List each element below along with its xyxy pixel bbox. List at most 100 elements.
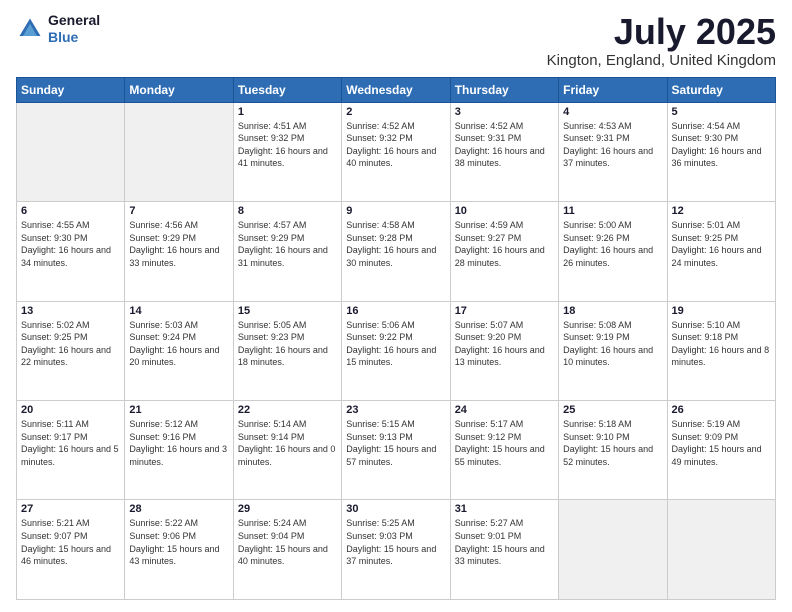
calendar-week-row: 6 Sunrise: 4:55 AMSunset: 9:30 PMDaylight…: [17, 202, 776, 301]
table-row: 4 Sunrise: 4:53 AMSunset: 9:31 PMDaylight…: [559, 102, 667, 201]
table-row: [667, 500, 775, 600]
location: Kington, England, United Kingdom: [547, 52, 776, 69]
day-number: 13: [21, 305, 120, 317]
col-monday: Monday: [125, 77, 233, 102]
day-number: 17: [455, 305, 554, 317]
day-number: 4: [563, 106, 662, 118]
day-info: Sunrise: 5:19 AMSunset: 9:09 PMDaylight:…: [672, 418, 771, 468]
day-info: Sunrise: 5:10 AMSunset: 9:18 PMDaylight:…: [672, 319, 771, 369]
day-info: Sunrise: 5:27 AMSunset: 9:01 PMDaylight:…: [455, 517, 554, 567]
day-number: 3: [455, 106, 554, 118]
calendar-header-row: Sunday Monday Tuesday Wednesday Thursday…: [17, 77, 776, 102]
day-number: 6: [21, 205, 120, 217]
day-number: 20: [21, 404, 120, 416]
calendar-table: Sunday Monday Tuesday Wednesday Thursday…: [16, 77, 776, 600]
day-info: Sunrise: 4:58 AMSunset: 9:28 PMDaylight:…: [346, 219, 445, 269]
table-row: 16 Sunrise: 5:06 AMSunset: 9:22 PMDayligh…: [342, 301, 450, 400]
logo-text: General Blue: [48, 12, 100, 46]
day-info: Sunrise: 5:05 AMSunset: 9:23 PMDaylight:…: [238, 319, 337, 369]
table-row: 2 Sunrise: 4:52 AMSunset: 9:32 PMDaylight…: [342, 102, 450, 201]
day-info: Sunrise: 5:18 AMSunset: 9:10 PMDaylight:…: [563, 418, 662, 468]
day-number: 2: [346, 106, 445, 118]
table-row: 10 Sunrise: 4:59 AMSunset: 9:27 PMDayligh…: [450, 202, 558, 301]
day-info: Sunrise: 5:15 AMSunset: 9:13 PMDaylight:…: [346, 418, 445, 468]
day-number: 14: [129, 305, 228, 317]
day-info: Sunrise: 4:56 AMSunset: 9:29 PMDaylight:…: [129, 219, 228, 269]
day-number: 31: [455, 503, 554, 515]
day-info: Sunrise: 5:03 AMSunset: 9:24 PMDaylight:…: [129, 319, 228, 369]
table-row: 31 Sunrise: 5:27 AMSunset: 9:01 PMDayligh…: [450, 500, 558, 600]
day-number: 25: [563, 404, 662, 416]
logo-icon: [16, 15, 44, 43]
table-row: 22Sunrise: 5:14 AMSunset: 9:14 PMDayligh…: [233, 401, 341, 500]
day-info: Sunrise: 5:06 AMSunset: 9:22 PMDaylight:…: [346, 319, 445, 369]
day-info: Sunrise: 5:14 AMSunset: 9:14 PMDaylight:…: [238, 418, 337, 468]
day-info: Sunrise: 5:17 AMSunset: 9:12 PMDaylight:…: [455, 418, 554, 468]
calendar-week-row: 1 Sunrise: 4:51 AMSunset: 9:32 PMDaylight…: [17, 102, 776, 201]
day-info: Sunrise: 4:52 AMSunset: 9:31 PMDaylight:…: [455, 120, 554, 170]
table-row: 14 Sunrise: 5:03 AMSunset: 9:24 PMDayligh…: [125, 301, 233, 400]
day-info: Sunrise: 4:53 AMSunset: 9:31 PMDaylight:…: [563, 120, 662, 170]
col-saturday: Saturday: [667, 77, 775, 102]
calendar-week-row: 13Sunrise: 5:02 AMSunset: 9:25 PMDayligh…: [17, 301, 776, 400]
table-row: 19Sunrise: 5:10 AMSunset: 9:18 PMDayligh…: [667, 301, 775, 400]
table-row: 7 Sunrise: 4:56 AMSunset: 9:29 PMDaylight…: [125, 202, 233, 301]
day-info: Sunrise: 4:55 AMSunset: 9:30 PMDaylight:…: [21, 219, 120, 269]
day-info: Sunrise: 5:25 AMSunset: 9:03 PMDaylight:…: [346, 517, 445, 567]
table-row: 9Sunrise: 4:58 AMSunset: 9:28 PMDaylight…: [342, 202, 450, 301]
day-number: 7: [129, 205, 228, 217]
day-number: 18: [563, 305, 662, 317]
table-row: 12 Sunrise: 5:01 AMSunset: 9:25 PMDayligh…: [667, 202, 775, 301]
day-number: 1: [238, 106, 337, 118]
table-row: 5Sunrise: 4:54 AMSunset: 9:30 PMDaylight…: [667, 102, 775, 201]
calendar-week-row: 20 Sunrise: 5:11 AMSunset: 9:17 PMDayligh…: [17, 401, 776, 500]
table-row: 13Sunrise: 5:02 AMSunset: 9:25 PMDayligh…: [17, 301, 125, 400]
day-info: Sunrise: 5:11 AMSunset: 9:17 PMDaylight:…: [21, 418, 120, 468]
day-number: 27: [21, 503, 120, 515]
table-row: 25 Sunrise: 5:18 AMSunset: 9:10 PMDayligh…: [559, 401, 667, 500]
day-number: 11: [563, 205, 662, 217]
col-tuesday: Tuesday: [233, 77, 341, 102]
page: General Blue July 2025 Kington, England,…: [0, 0, 792, 612]
day-info: Sunrise: 5:07 AMSunset: 9:20 PMDaylight:…: [455, 319, 554, 369]
day-info: Sunrise: 5:22 AMSunset: 9:06 PMDaylight:…: [129, 517, 228, 567]
table-row: 29 Sunrise: 5:24 AMSunset: 9:04 PMDayligh…: [233, 500, 341, 600]
col-thursday: Thursday: [450, 77, 558, 102]
table-row: 3 Sunrise: 4:52 AMSunset: 9:31 PMDaylight…: [450, 102, 558, 201]
day-number: 16: [346, 305, 445, 317]
day-info: Sunrise: 5:08 AMSunset: 9:19 PMDaylight:…: [563, 319, 662, 369]
day-info: Sunrise: 4:59 AMSunset: 9:27 PMDaylight:…: [455, 219, 554, 269]
day-number: 24: [455, 404, 554, 416]
table-row: 21 Sunrise: 5:12 AMSunset: 9:16 PMDayligh…: [125, 401, 233, 500]
header: General Blue July 2025 Kington, England,…: [16, 12, 776, 69]
logo: General Blue: [16, 12, 100, 46]
day-info: Sunrise: 4:52 AMSunset: 9:32 PMDaylight:…: [346, 120, 445, 170]
table-row: 26Sunrise: 5:19 AMSunset: 9:09 PMDayligh…: [667, 401, 775, 500]
table-row: [17, 102, 125, 201]
month-title: July 2025: [547, 12, 776, 52]
table-row: 20 Sunrise: 5:11 AMSunset: 9:17 PMDayligh…: [17, 401, 125, 500]
day-info: Sunrise: 5:00 AMSunset: 9:26 PMDaylight:…: [563, 219, 662, 269]
table-row: 28 Sunrise: 5:22 AMSunset: 9:06 PMDayligh…: [125, 500, 233, 600]
table-row: 18 Sunrise: 5:08 AMSunset: 9:19 PMDayligh…: [559, 301, 667, 400]
table-row: 30Sunrise: 5:25 AMSunset: 9:03 PMDayligh…: [342, 500, 450, 600]
day-number: 21: [129, 404, 228, 416]
day-info: Sunrise: 5:21 AMSunset: 9:07 PMDaylight:…: [21, 517, 120, 567]
table-row: 15Sunrise: 5:05 AMSunset: 9:23 PMDayligh…: [233, 301, 341, 400]
table-row: 17 Sunrise: 5:07 AMSunset: 9:20 PMDayligh…: [450, 301, 558, 400]
day-number: 10: [455, 205, 554, 217]
day-number: 8: [238, 205, 337, 217]
day-number: 23: [346, 404, 445, 416]
day-number: 28: [129, 503, 228, 515]
day-info: Sunrise: 5:12 AMSunset: 9:16 PMDaylight:…: [129, 418, 228, 468]
calendar-week-row: 27 Sunrise: 5:21 AMSunset: 9:07 PMDayligh…: [17, 500, 776, 600]
day-info: Sunrise: 4:54 AMSunset: 9:30 PMDaylight:…: [672, 120, 771, 170]
day-info: Sunrise: 4:51 AMSunset: 9:32 PMDaylight:…: [238, 120, 337, 170]
table-row: [559, 500, 667, 600]
col-sunday: Sunday: [17, 77, 125, 102]
day-number: 12: [672, 205, 771, 217]
day-number: 29: [238, 503, 337, 515]
col-wednesday: Wednesday: [342, 77, 450, 102]
day-info: Sunrise: 5:24 AMSunset: 9:04 PMDaylight:…: [238, 517, 337, 567]
day-info: Sunrise: 5:01 AMSunset: 9:25 PMDaylight:…: [672, 219, 771, 269]
